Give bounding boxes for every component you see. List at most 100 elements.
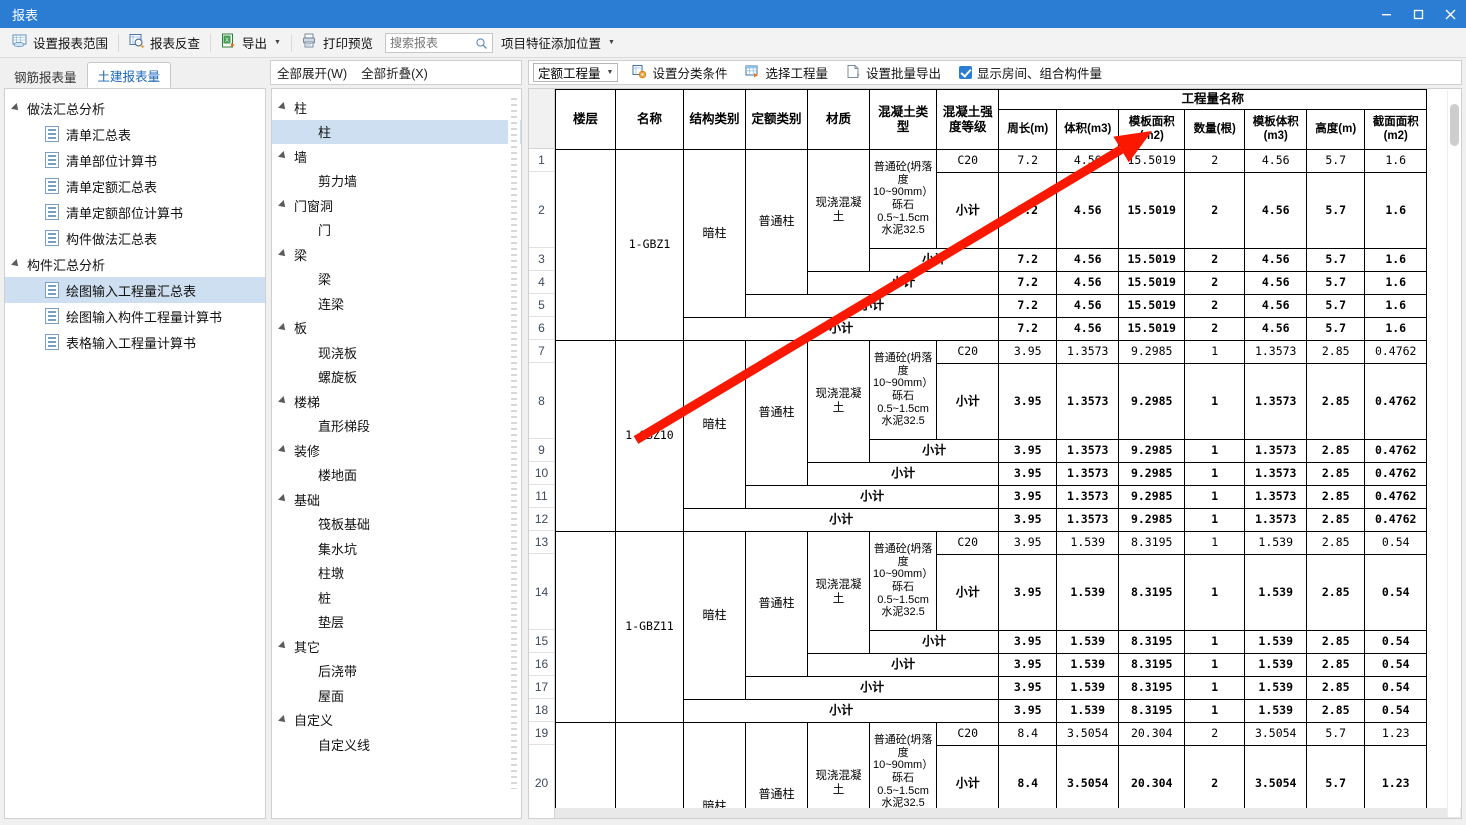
row-number[interactable]: 6 [529, 317, 554, 340]
component-group-25[interactable]: 自定义 [272, 708, 521, 733]
quantity-col-header-3[interactable]: 数量(根) [1184, 109, 1246, 150]
component-item-13[interactable]: 直形梯段 [272, 414, 521, 439]
row-number[interactable]: 5 [529, 294, 554, 317]
table-row[interactable]: 1-GBZ1 暗柱 普通柱 现浇混凝土 普通砼(坍落度10~90mm） 砾石0.5~1.… [555, 149, 1428, 341]
row-number[interactable]: 12 [529, 508, 554, 531]
component-group-0[interactable]: 柱 [272, 95, 521, 120]
quantity-col-header-5[interactable]: 高度(m) [1306, 109, 1366, 150]
component-item-11[interactable]: 螺旋板 [272, 365, 521, 390]
collapse-all-button[interactable]: 全部折叠(X) [361, 63, 428, 82]
row-number[interactable]: 8 [529, 363, 554, 439]
row-number[interactable]: 4 [529, 271, 554, 294]
col-header-5[interactable]: 混凝土类型 [868, 89, 938, 150]
col-header-4[interactable]: 材质 [807, 89, 870, 150]
row-number[interactable]: 20 [529, 745, 554, 818]
row-number[interactable]: 2 [529, 172, 554, 248]
component-tree-scrollbar[interactable] [508, 90, 520, 817]
component-item-3[interactable]: 剪力墙 [272, 169, 521, 194]
component-group-22[interactable]: 其它 [272, 634, 521, 659]
component-item-15[interactable]: 楼地面 [272, 463, 521, 488]
tree-item-8[interactable]: 绘图输入构件工程量计算书 [5, 303, 265, 329]
component-group-9[interactable]: 板 [272, 316, 521, 341]
table-row[interactable]: 1-GBZ10 暗柱 普通柱 现浇混凝土 普通砼(坍落度10~90mm） 砾石0.5~1… [555, 340, 1428, 532]
expand-arrow-icon[interactable] [11, 103, 21, 113]
quantity-col-header-6[interactable]: 截面面积(m2) [1364, 109, 1428, 150]
search-report-box[interactable] [385, 32, 493, 53]
tree-item-1[interactable]: 清单汇总表 [5, 121, 265, 147]
expand-arrow-icon[interactable] [278, 494, 288, 505]
expand-arrow-icon[interactable] [278, 102, 288, 113]
component-item-10[interactable]: 现浇板 [272, 340, 521, 365]
col-header-6[interactable]: 混凝土强度等级 [936, 89, 1000, 150]
component-item-18[interactable]: 集水坑 [272, 536, 521, 561]
tree-group-6[interactable]: 构件汇总分析 [5, 251, 265, 277]
row-number[interactable]: 9 [529, 439, 554, 462]
col-header-0[interactable]: 楼层 [555, 89, 616, 150]
tree-item-5[interactable]: 构件做法汇总表 [5, 225, 265, 251]
row-number[interactable]: 1 [529, 149, 554, 172]
quantity-col-header-0[interactable]: 周长(m) [998, 109, 1058, 150]
component-group-6[interactable]: 梁 [272, 242, 521, 267]
quantity-col-header-1[interactable]: 体积(m3) [1056, 109, 1120, 150]
table-row[interactable]: 小计 3.95 1.3573 9.2985 1 1.3573 2.85 0.4762 [556, 508, 1428, 532]
component-group-16[interactable]: 基础 [272, 487, 521, 512]
component-item-19[interactable]: 柱墩 [272, 561, 521, 586]
table-row[interactable]: 1-GBZ12暗柱普通柱现浇混凝土普通砼(坍落度10~90mm） 砾石0.5~1… [555, 722, 1428, 818]
tree-item-2[interactable]: 清单部位计算书 [5, 147, 265, 173]
report-vertical-scrollbar[interactable] [1447, 90, 1460, 817]
row-number[interactable]: 11 [529, 485, 554, 508]
chevron-down-icon[interactable]: ▼ [607, 69, 614, 76]
tree-item-4[interactable]: 清单定额部位计算书 [5, 199, 265, 225]
component-item-17[interactable]: 筏板基础 [272, 512, 521, 537]
expand-arrow-icon[interactable] [278, 445, 288, 456]
set-classify-condition-button[interactable]: 设置分类条件 [624, 61, 735, 85]
expand-arrow-icon[interactable] [11, 259, 21, 269]
tree-item-3[interactable]: 清单定额汇总表 [5, 173, 265, 199]
expand-arrow-icon[interactable] [278, 151, 288, 162]
quantity-col-header-4[interactable]: 模板体积(m3) [1244, 109, 1308, 150]
component-item-26[interactable]: 自定义线 [272, 732, 521, 757]
col-header-2[interactable]: 结构类别 [683, 89, 746, 150]
component-item-8[interactable]: 连梁 [272, 291, 521, 316]
component-item-1[interactable]: 柱 [272, 119, 521, 144]
component-item-23[interactable]: 后浇带 [272, 659, 521, 684]
expand-arrow-icon[interactable] [278, 641, 288, 652]
col-header-1[interactable]: 名称 [615, 89, 684, 150]
tab-rebar-report[interactable]: 钢筋报表量 [4, 64, 87, 88]
report-check-button[interactable]: 报表反查 [121, 31, 208, 55]
print-preview-button[interactable]: 打印预览 [294, 31, 381, 55]
report-horizontal-scrollbar[interactable] [529, 808, 1461, 818]
show-room-checkbox-item[interactable]: 显示房间、组合构件量 [951, 61, 1110, 85]
expand-arrow-icon[interactable] [278, 714, 288, 725]
component-group-12[interactable]: 楼梯 [272, 389, 521, 414]
component-item-20[interactable]: 桩 [272, 585, 521, 610]
table-row[interactable]: 小计 7.2 4.56 15.5019 2 4.56 5.7 1.6 [556, 317, 1428, 341]
col-header-3[interactable]: 定额类别 [745, 89, 808, 150]
table-row[interactable]: 小计 3.95 1.539 8.3195 1 1.539 2.85 0.54 [556, 699, 1428, 723]
chevron-down-icon[interactable]: ▼ [274, 39, 281, 46]
component-item-21[interactable]: 垫层 [272, 610, 521, 635]
row-number[interactable]: 17 [529, 676, 554, 699]
expand-arrow-icon[interactable] [278, 200, 288, 211]
row-number[interactable]: 13 [529, 531, 554, 554]
quota-quantity-combo[interactable]: 定额工程量 ▼ [533, 63, 619, 82]
scrollbar-thumb[interactable] [1450, 104, 1459, 146]
row-number[interactable]: 14 [529, 554, 554, 630]
row-number[interactable]: 7 [529, 340, 554, 363]
component-item-24[interactable]: 屋面 [272, 683, 521, 708]
search-icon[interactable] [475, 37, 488, 53]
row-number[interactable]: 15 [529, 630, 554, 653]
component-item-7[interactable]: 梁 [272, 267, 521, 292]
maximize-button[interactable] [1402, 0, 1434, 28]
expand-all-button[interactable]: 全部展开(W) [277, 63, 347, 82]
tab-civil-report[interactable]: 土建报表量 [86, 62, 172, 88]
expand-arrow-icon[interactable] [278, 249, 288, 260]
table-row[interactable]: 1-GBZ11 暗柱 普通柱 现浇混凝土 普通砼(坍落度10~90mm） 砾石0.5~1… [555, 531, 1428, 723]
row-number[interactable]: 19 [529, 722, 554, 745]
row-number[interactable]: 3 [529, 248, 554, 271]
component-group-2[interactable]: 墙 [272, 144, 521, 169]
close-button[interactable] [1434, 0, 1466, 28]
show-room-checkbox[interactable] [959, 66, 972, 79]
expand-arrow-icon[interactable] [278, 396, 288, 407]
quantity-col-header-2[interactable]: 模板面积(m2) [1118, 109, 1186, 150]
